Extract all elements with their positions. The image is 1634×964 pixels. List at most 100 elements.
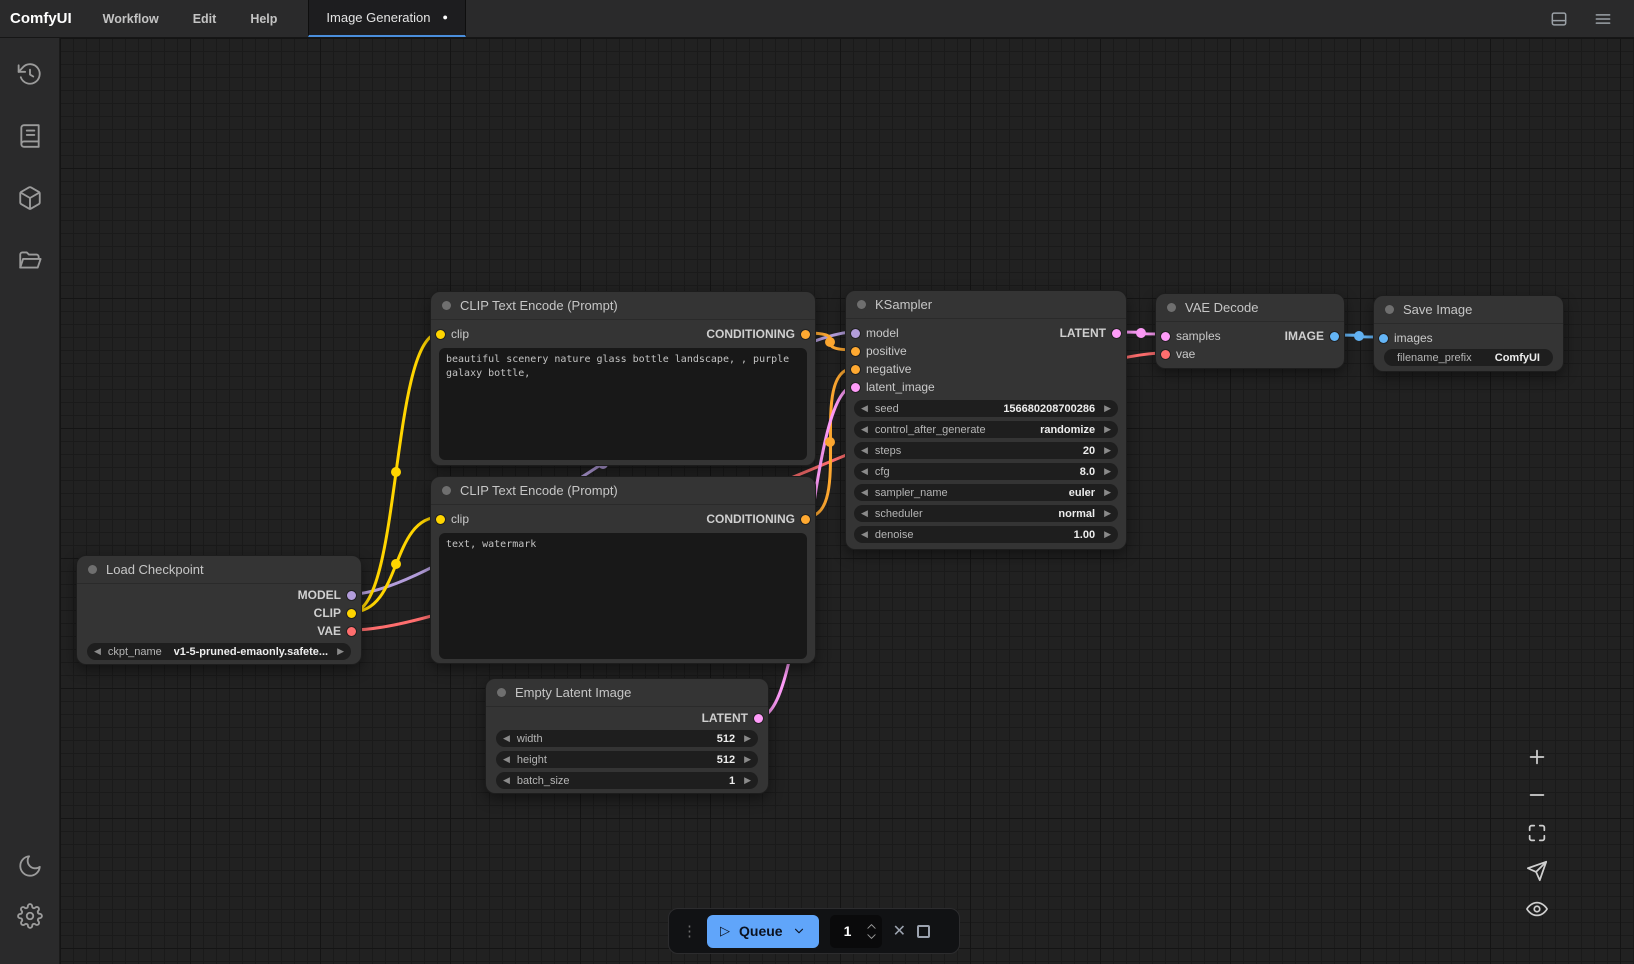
node-vae-decode[interactable]: VAE Decode samples IMAGE vae — [1155, 293, 1345, 369]
prompt-textarea[interactable]: beautiful scenery nature glass bottle la… — [439, 348, 807, 460]
widget-sampler-name[interactable]: ◀ sampler_name euler ▶ — [854, 484, 1118, 501]
collapse-dot[interactable] — [1385, 305, 1394, 314]
input-dot-samples[interactable] — [1161, 332, 1170, 341]
clear-queue-button[interactable]: ✕ — [893, 921, 906, 941]
toggle-link-visibility-button[interactable] — [1524, 896, 1550, 922]
increment-arrow-icon[interactable]: ▶ — [1104, 404, 1111, 413]
sidebar-model-library-button[interactable] — [10, 178, 50, 218]
main-menu: Workflow Edit Help — [86, 0, 295, 37]
collapse-dot[interactable] — [497, 688, 506, 697]
node-save-image[interactable]: Save Image images filename_prefix ComfyU… — [1373, 295, 1564, 372]
collapse-dot[interactable] — [88, 565, 97, 574]
widget-denoise[interactable]: ◀ denoise 1.00 ▶ — [854, 526, 1118, 543]
widget-scheduler[interactable]: ◀ scheduler normal ▶ — [854, 505, 1118, 522]
widget-ckpt-name[interactable]: ◀ ckpt_name v1-5-pruned-emaonly.safete..… — [87, 643, 351, 660]
decrement-arrow-icon[interactable]: ◀ — [503, 755, 510, 764]
decrement-arrow-icon[interactable]: ◀ — [861, 488, 868, 497]
settings-button[interactable] — [10, 896, 50, 936]
increment-arrow-icon[interactable]: ▶ — [744, 734, 751, 743]
select-mode-button[interactable] — [1524, 858, 1550, 884]
zoom-in-button[interactable] — [1524, 744, 1550, 770]
collapse-dot[interactable] — [442, 301, 451, 310]
tab-image-generation[interactable]: Image Generation ● — [308, 0, 466, 37]
widget-steps[interactable]: ◀ steps 20 ▶ — [854, 442, 1118, 459]
theme-toggle-button[interactable] — [10, 846, 50, 886]
increment-arrow-icon[interactable]: ▶ — [337, 647, 344, 656]
toggle-bottom-panel-button[interactable] — [1542, 4, 1576, 34]
decrement-arrow-icon[interactable]: ◀ — [503, 776, 510, 785]
widget-filename-prefix[interactable]: filename_prefix ComfyUI — [1384, 349, 1553, 366]
sidebar-workflows-button[interactable] — [10, 240, 50, 280]
menu-workflow[interactable]: Workflow — [86, 0, 176, 37]
prompt-textarea[interactable]: text, watermark — [439, 533, 807, 659]
fit-view-button[interactable] — [1524, 820, 1550, 846]
output-dot-clip[interactable] — [347, 609, 356, 618]
node-empty-latent-image[interactable]: Empty Latent Image LATENT ◀ width 512 ▶ … — [485, 678, 769, 794]
drag-handle[interactable]: ⋮ — [682, 924, 696, 939]
widget-batch-size[interactable]: ◀ batch_size 1 ▶ — [496, 772, 758, 789]
collapse-dot[interactable] — [1167, 303, 1176, 312]
input-dot-positive[interactable] — [851, 347, 860, 356]
sidebar-workflow-history-button[interactable] — [10, 54, 50, 94]
decrement-arrow-icon[interactable]: ◀ — [861, 530, 868, 539]
input-dot-latent-image[interactable] — [851, 383, 860, 392]
output-dot-conditioning[interactable] — [801, 515, 810, 524]
widget-control-after-generate[interactable]: ◀ control_after_generate randomize ▶ — [854, 421, 1118, 438]
collapse-dot[interactable] — [857, 300, 866, 309]
node-header[interactable]: Load Checkpoint — [77, 556, 361, 584]
decrement-arrow-icon[interactable]: ◀ — [861, 446, 868, 455]
widget-seed[interactable]: ◀ seed 156680208700286 ▶ — [854, 400, 1118, 417]
increment-arrow-icon[interactable]: ▶ — [1104, 488, 1111, 497]
output-dot-conditioning[interactable] — [801, 330, 810, 339]
node-header[interactable]: Save Image — [1374, 296, 1563, 324]
input-dot-negative[interactable] — [851, 365, 860, 374]
input-dot-vae[interactable] — [1161, 350, 1170, 359]
node-ksampler[interactable]: KSampler model LATENT positive negative — [845, 290, 1127, 550]
widget-height[interactable]: ◀ height 512 ▶ — [496, 751, 758, 768]
increment-arrow-icon[interactable]: ▶ — [744, 776, 751, 785]
interrupt-button[interactable] — [917, 925, 930, 938]
hamburger-menu-button[interactable] — [1586, 4, 1620, 34]
widget-width[interactable]: ◀ width 512 ▶ — [496, 730, 758, 747]
decrement-arrow-icon[interactable]: ◀ — [94, 647, 101, 656]
decrement-arrow-icon[interactable]: ◀ — [861, 404, 868, 413]
widget-cfg[interactable]: ◀ cfg 8.0 ▶ — [854, 463, 1118, 480]
output-dot-latent[interactable] — [1112, 329, 1121, 338]
collapse-dot[interactable] — [442, 486, 451, 495]
output-dot-image[interactable] — [1330, 332, 1339, 341]
node-header[interactable]: CLIP Text Encode (Prompt) — [431, 477, 815, 505]
node-load-checkpoint[interactable]: Load Checkpoint MODEL CLIP VAE ◀ ckpt_na… — [76, 555, 362, 665]
increment-arrow-icon[interactable]: ▶ — [1104, 425, 1111, 434]
input-dot-images[interactable] — [1379, 334, 1388, 343]
batch-count-input[interactable]: 1 — [830, 915, 882, 948]
decrement-arrow-icon[interactable]: ◀ — [503, 734, 510, 743]
output-dot-model[interactable] — [347, 591, 356, 600]
node-header[interactable]: Empty Latent Image — [486, 679, 768, 707]
input-dot-clip[interactable] — [436, 515, 445, 524]
stepper-up-icon[interactable] — [866, 922, 877, 930]
node-header[interactable]: VAE Decode — [1156, 294, 1344, 322]
stepper-down-icon[interactable] — [866, 933, 877, 941]
decrement-arrow-icon[interactable]: ◀ — [861, 509, 868, 518]
queue-button[interactable]: ▷ Queue — [707, 915, 819, 948]
output-dot-vae[interactable] — [347, 627, 356, 636]
increment-arrow-icon[interactable]: ▶ — [1104, 509, 1111, 518]
plus-icon — [1526, 746, 1548, 768]
menu-help[interactable]: Help — [233, 0, 294, 37]
node-header[interactable]: CLIP Text Encode (Prompt) — [431, 292, 815, 320]
increment-arrow-icon[interactable]: ▶ — [1104, 446, 1111, 455]
increment-arrow-icon[interactable]: ▶ — [1104, 467, 1111, 476]
menu-edit[interactable]: Edit — [176, 0, 234, 37]
decrement-arrow-icon[interactable]: ◀ — [861, 467, 868, 476]
increment-arrow-icon[interactable]: ▶ — [1104, 530, 1111, 539]
node-clip-text-encode-negative[interactable]: CLIP Text Encode (Prompt) clip CONDITION… — [430, 476, 816, 664]
increment-arrow-icon[interactable]: ▶ — [744, 755, 751, 764]
sidebar-queue-button[interactable] — [10, 116, 50, 156]
input-dot-model[interactable] — [851, 329, 860, 338]
zoom-out-button[interactable] — [1524, 782, 1550, 808]
output-dot-latent[interactable] — [754, 714, 763, 723]
input-dot-clip[interactable] — [436, 330, 445, 339]
node-clip-text-encode-positive[interactable]: CLIP Text Encode (Prompt) clip CONDITION… — [430, 291, 816, 466]
node-header[interactable]: KSampler — [846, 291, 1126, 319]
decrement-arrow-icon[interactable]: ◀ — [861, 425, 868, 434]
